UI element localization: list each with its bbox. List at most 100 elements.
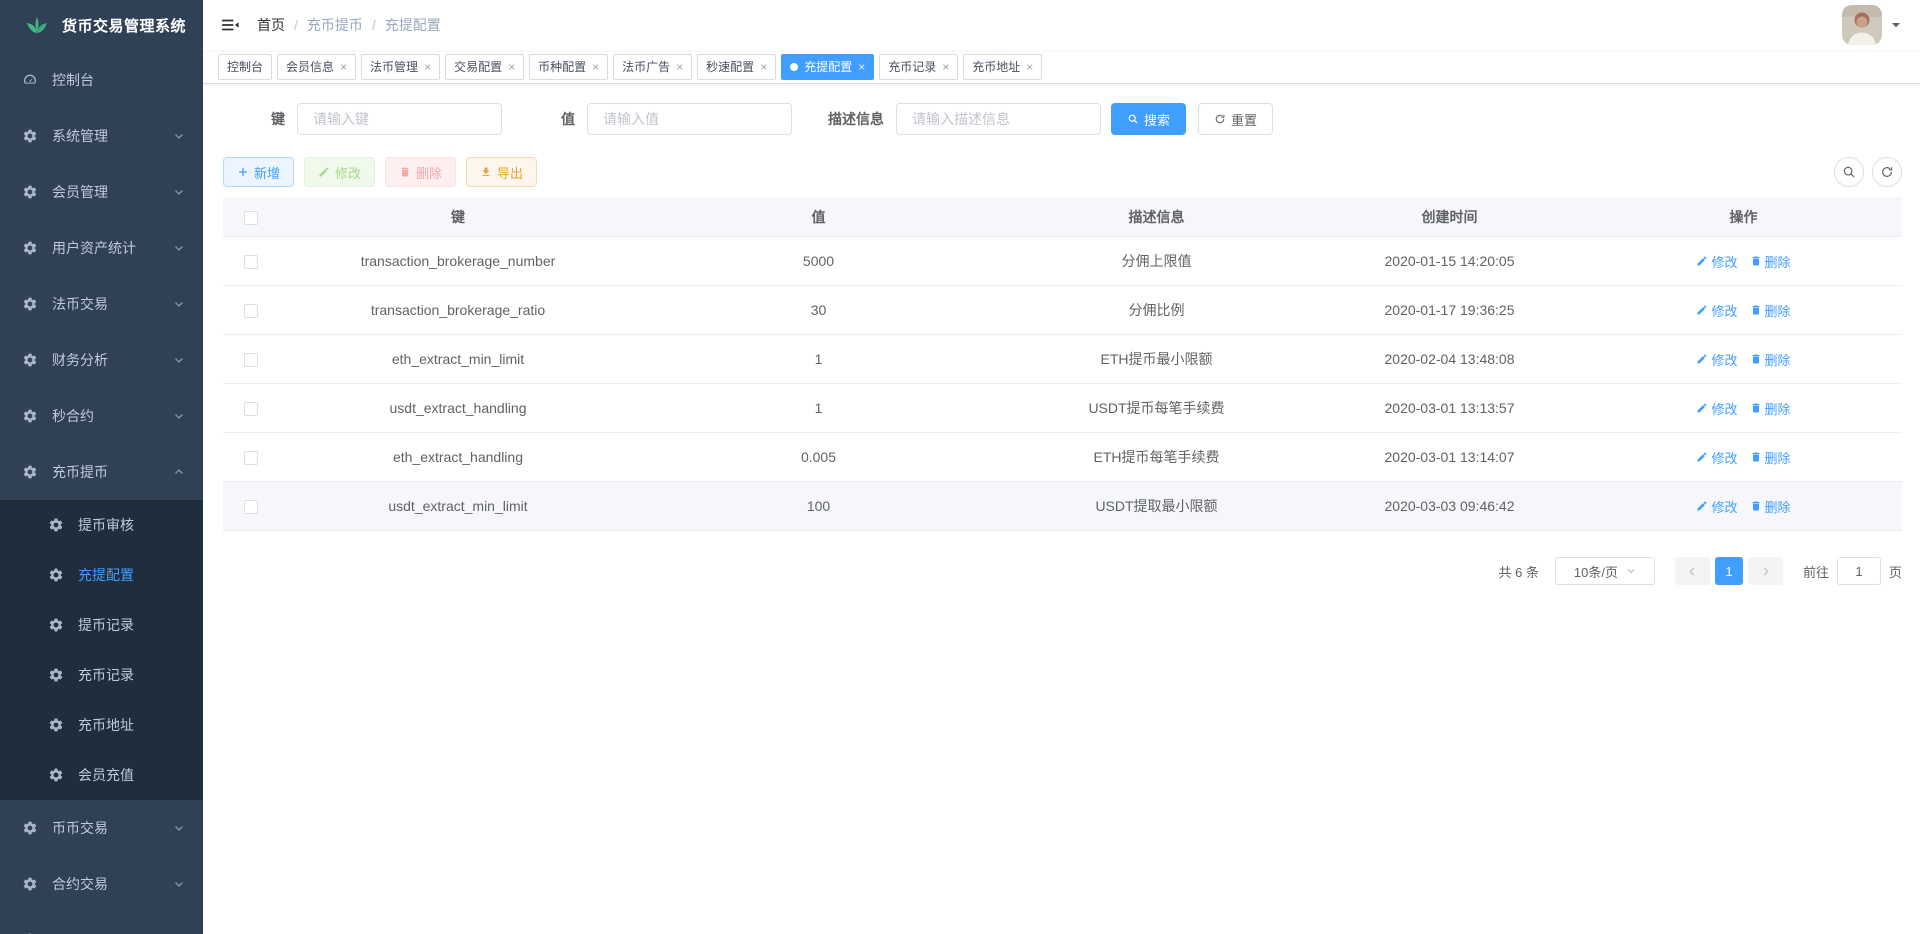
export-button[interactable]: 导出 — [466, 157, 537, 187]
tab-label: 控制台 — [227, 58, 263, 75]
reset-button[interactable]: 重置 — [1198, 103, 1273, 135]
sidebar-item-财务分析[interactable]: 财务分析 — [0, 332, 203, 388]
row-edit-label: 修改 — [1711, 497, 1737, 516]
search-button[interactable]: 搜索 — [1111, 103, 1186, 135]
sidebar-item-label: 会员管理 — [52, 182, 173, 202]
hamburger-icon[interactable] — [221, 15, 241, 35]
row-checkbox[interactable] — [244, 402, 258, 416]
edit-button[interactable]: 修改 — [304, 157, 375, 187]
breadcrumb-item[interactable]: 首页 — [257, 15, 285, 35]
row-delete-button[interactable]: 删除 — [1750, 252, 1791, 271]
gear-icon — [22, 296, 38, 312]
main-content: 键值描述信息 搜索 重置 新增 修改 — [203, 85, 1920, 934]
row-delete-button[interactable]: 删除 — [1750, 350, 1791, 369]
sidebar-item-系统管理[interactable]: 系统管理 — [0, 108, 203, 164]
row-delete-label: 删除 — [1765, 301, 1791, 320]
tab-close-icon[interactable]: × — [592, 61, 599, 73]
table-refresh-button[interactable] — [1872, 157, 1902, 187]
sidebar-item-充币提币[interactable]: 充币提币 — [0, 444, 203, 500]
row-edit-button[interactable]: 修改 — [1696, 252, 1737, 271]
page-size-select[interactable]: 10条/页 — [1555, 557, 1655, 585]
filter-label: 键 — [223, 109, 285, 129]
sidebar-subitem-充提配置[interactable]: 充提配置 — [0, 550, 203, 600]
filter-input-键[interactable] — [297, 103, 502, 135]
row-checkbox[interactable] — [244, 500, 258, 514]
sidebar-item-控制台[interactable]: 控制台 — [0, 52, 203, 108]
chevron-right-icon — [1760, 566, 1771, 577]
tab-秒速配置[interactable]: 秒速配置× — [697, 54, 776, 80]
cell-key: eth_extract_handling — [278, 449, 638, 465]
row-checkbox[interactable] — [244, 304, 258, 318]
filter-input-描述信息[interactable] — [896, 103, 1101, 135]
sidebar-subitem-label: 充提配置 — [78, 565, 185, 585]
tab-法币广告[interactable]: 法币广告× — [613, 54, 692, 80]
add-button[interactable]: 新增 — [223, 157, 294, 187]
row-edit-button[interactable]: 修改 — [1696, 301, 1737, 320]
tab-close-icon[interactable]: × — [1026, 61, 1033, 73]
row-delete-button[interactable]: 删除 — [1750, 448, 1791, 467]
filter-input-值[interactable] — [587, 103, 792, 135]
tab-币种配置[interactable]: 币种配置× — [529, 54, 608, 80]
config-table: 键值描述信息创建时间操作transaction_brokerage_number… — [223, 197, 1902, 531]
tab-充提配置[interactable]: 充提配置× — [781, 54, 874, 80]
table-search-toggle-button[interactable] — [1834, 157, 1864, 187]
top-navbar: 首页充币提币充提配置 — [203, 0, 1920, 50]
row-checkbox[interactable] — [244, 255, 258, 269]
cell-desc: ETH提币每笔手续费 — [999, 447, 1314, 467]
gear-icon — [22, 408, 38, 424]
page-number-button[interactable]: 1 — [1715, 557, 1743, 585]
tab-close-icon[interactable]: × — [942, 61, 949, 73]
row-delete-button[interactable]: 删除 — [1750, 497, 1791, 516]
tab-close-icon[interactable]: × — [858, 61, 865, 73]
tab-close-icon[interactable]: × — [424, 61, 431, 73]
row-delete-button[interactable]: 删除 — [1750, 399, 1791, 418]
sidebar-item-合约交易[interactable]: 合约交易 — [0, 856, 203, 912]
delete-button[interactable]: 删除 — [385, 157, 456, 187]
table-row: usdt_extract_min_limit100USDT提取最小限额2020-… — [223, 482, 1902, 531]
chevron-down-icon — [173, 242, 185, 254]
sidebar-submenu: 提币审核充提配置提币记录充币记录充币地址会员充值 — [0, 500, 203, 800]
sidebar-item-会员管理[interactable]: 会员管理 — [0, 164, 203, 220]
tab-充币记录[interactable]: 充币记录× — [879, 54, 958, 80]
sidebar-subitem-提币记录[interactable]: 提币记录 — [0, 600, 203, 650]
prev-page-button[interactable] — [1675, 557, 1710, 585]
row-checkbox[interactable] — [244, 353, 258, 367]
sidebar-item-币币交易[interactable]: 币币交易 — [0, 800, 203, 856]
active-tab-dot — [790, 63, 798, 71]
caret-down-icon[interactable] — [1890, 19, 1902, 31]
row-checkbox[interactable] — [244, 451, 258, 465]
tab-法币管理[interactable]: 法币管理× — [361, 54, 440, 80]
sidebar-subitem-充币记录[interactable]: 充币记录 — [0, 650, 203, 700]
sidebar-subitem-充币地址[interactable]: 充币地址 — [0, 700, 203, 750]
tab-充币地址[interactable]: 充币地址× — [963, 54, 1042, 80]
filter-label: 值 — [526, 109, 575, 129]
row-edit-button[interactable]: 修改 — [1696, 448, 1737, 467]
row-edit-button[interactable]: 修改 — [1696, 399, 1737, 418]
goto-page-input[interactable] — [1837, 557, 1881, 585]
cell-operations: 修改删除 — [1585, 350, 1902, 369]
next-page-button[interactable] — [1748, 557, 1783, 585]
sidebar-item-秒合约[interactable]: 秒合约 — [0, 388, 203, 444]
tab-close-icon[interactable]: × — [760, 61, 767, 73]
row-delete-button[interactable]: 删除 — [1750, 301, 1791, 320]
sidebar-subitem-提币审核[interactable]: 提币审核 — [0, 500, 203, 550]
sidebar-subitem-会员充值[interactable]: 会员充值 — [0, 750, 203, 800]
sidebar: 货币交易管理系统 控制台系统管理会员管理用户资产统计法币交易财务分析秒合约充币提… — [0, 0, 203, 934]
user-avatar[interactable] — [1842, 5, 1882, 45]
tab-会员信息[interactable]: 会员信息× — [277, 54, 356, 80]
gear-icon — [48, 767, 64, 783]
tab-close-icon[interactable]: × — [508, 61, 515, 73]
row-edit-button[interactable]: 修改 — [1696, 350, 1737, 369]
tab-交易配置[interactable]: 交易配置× — [445, 54, 524, 80]
sidebar-item-法币交易[interactable]: 法币交易 — [0, 276, 203, 332]
tab-控制台[interactable]: 控制台 — [218, 54, 272, 80]
chevron-down-icon — [173, 354, 185, 366]
tab-close-icon[interactable]: × — [340, 61, 347, 73]
sidebar-item-用户资产统计[interactable]: 用户资产统计 — [0, 220, 203, 276]
tab-close-icon[interactable]: × — [676, 61, 683, 73]
sidebar-item-partial[interactable] — [0, 912, 203, 934]
cell-value: 1 — [638, 351, 999, 367]
row-edit-button[interactable]: 修改 — [1696, 497, 1737, 516]
select-all-checkbox[interactable] — [244, 211, 258, 225]
gear-icon — [48, 617, 64, 633]
